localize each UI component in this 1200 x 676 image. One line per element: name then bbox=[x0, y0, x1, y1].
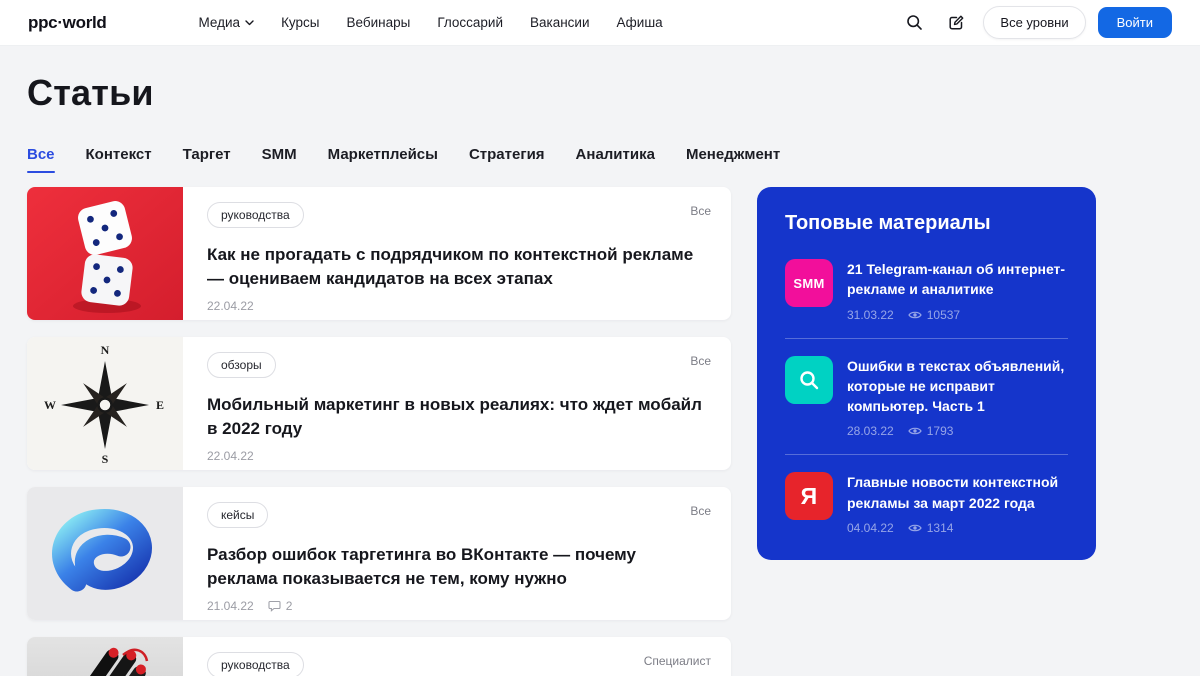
svg-text:N: N bbox=[101, 343, 110, 357]
search-icon bbox=[907, 15, 922, 30]
article-card[interactable]: руководства Специалист bbox=[27, 637, 731, 676]
chevron-down-icon bbox=[245, 19, 254, 25]
tab-target[interactable]: Таргет bbox=[183, 146, 231, 173]
category-tabs: Все Контекст Таргет SMM Маркетплейсы Стр… bbox=[27, 146, 1173, 173]
article-date: 21.04.22 bbox=[207, 599, 254, 614]
top-material-views: 1314 bbox=[908, 521, 954, 536]
article-thumbnail bbox=[27, 637, 183, 676]
article-card-body: обзоры Все Мобильный маркетинг в новых р… bbox=[183, 337, 731, 470]
magnifier-icon bbox=[800, 370, 819, 389]
views-count: 1314 bbox=[926, 521, 954, 536]
compass-image: N E S W bbox=[27, 337, 183, 470]
article-card-body: руководства Специалист bbox=[183, 637, 731, 676]
compose-button[interactable] bbox=[941, 8, 971, 38]
article-title[interactable]: Мобильный маркетинг в новых реалиях: что… bbox=[207, 393, 711, 441]
nav-item-webinars[interactable]: Вебинары bbox=[347, 15, 411, 30]
page: Статьи Все Контекст Таргет SMM Маркетпле… bbox=[0, 72, 1200, 676]
tab-analytics[interactable]: Аналитика bbox=[576, 146, 655, 173]
nav-item-glossary[interactable]: Глоссарий bbox=[437, 15, 503, 30]
top-material-views: 10537 bbox=[908, 308, 960, 322]
tab-smm[interactable]: SMM bbox=[262, 146, 297, 173]
article-title[interactable]: Разбор ошибок таргетинга во ВКонтакте — … bbox=[207, 543, 711, 591]
tab-management[interactable]: Менеджмент bbox=[686, 146, 780, 173]
article-card-body: руководства Все Как не прогадать с подря… bbox=[183, 187, 731, 320]
article-meta: 22.04.22 bbox=[207, 299, 711, 313]
top-material-title[interactable]: Главные новости контекстной рекламы за м… bbox=[847, 472, 1068, 513]
article-level: Все bbox=[690, 504, 711, 518]
top-material-title[interactable]: Ошибки в текстах объявлений, которые не … bbox=[847, 356, 1068, 417]
dynamite-image bbox=[27, 637, 183, 676]
dice-image bbox=[27, 187, 183, 320]
smm-badge-icon: SMM bbox=[785, 259, 833, 307]
article-meta: 21.04.22 2 bbox=[207, 599, 711, 613]
tab-all[interactable]: Все bbox=[27, 146, 55, 173]
top-material-meta: 31.03.22 10537 bbox=[847, 308, 1068, 322]
article-meta: 22.04.22 bbox=[207, 449, 711, 463]
article-level: Специалист bbox=[643, 654, 711, 668]
article-thumbnail bbox=[27, 487, 183, 620]
article-card[interactable]: руководства Все Как не прогадать с подря… bbox=[27, 187, 731, 320]
article-level: Все bbox=[690, 354, 711, 368]
article-comments: 2 bbox=[268, 599, 293, 614]
article-level: Все bbox=[690, 204, 711, 218]
header: ppc·world Медиа Курсы Вебинары Глоссарий… bbox=[0, 0, 1200, 46]
nav-item-courses[interactable]: Курсы bbox=[281, 15, 319, 30]
top-material-date: 28.03.22 bbox=[847, 424, 894, 439]
eye-icon bbox=[908, 524, 922, 532]
tab-context[interactable]: Контекст bbox=[86, 146, 152, 173]
article-tag[interactable]: руководства bbox=[207, 652, 304, 676]
top-materials-panel: Топовые материалы SMM 21 Telegram-канал … bbox=[757, 187, 1096, 561]
top-materials-title: Топовые материалы bbox=[785, 212, 991, 234]
top-material-meta: 28.03.22 1793 bbox=[847, 424, 1068, 438]
nav-item-afisha[interactable]: Афиша bbox=[617, 15, 663, 30]
eye-icon bbox=[908, 311, 922, 318]
article-tag[interactable]: кейсы bbox=[207, 502, 269, 528]
comment-icon bbox=[268, 601, 281, 613]
top-material-item[interactable]: Ошибки в текстах объявлений, которые не … bbox=[785, 337, 1068, 455]
logo[interactable]: ppc·world bbox=[28, 13, 107, 33]
eye-icon bbox=[908, 428, 922, 435]
article-card[interactable]: кейсы Все Разбор ошибок таргетинга во ВК… bbox=[27, 487, 731, 620]
top-material-date: 04.04.22 bbox=[847, 521, 894, 536]
svg-text:S: S bbox=[102, 452, 109, 466]
page-title: Статьи bbox=[27, 72, 154, 113]
ribbon-image bbox=[27, 487, 183, 620]
article-date: 22.04.22 bbox=[207, 449, 254, 464]
main-nav: Медиа Курсы Вебинары Глоссарий Вакансии … bbox=[199, 15, 663, 30]
top-material-meta: 04.04.22 1314 bbox=[847, 521, 1068, 535]
article-date: 22.04.22 bbox=[207, 299, 254, 314]
search-button[interactable] bbox=[899, 8, 929, 38]
views-count: 1793 bbox=[926, 424, 954, 439]
svg-text:E: E bbox=[156, 398, 164, 412]
top-material-title[interactable]: 21 Telegram-канал об интернет-рекламе и … bbox=[847, 259, 1068, 300]
article-title[interactable]: Как не прогадать с подрядчиком по контек… bbox=[207, 243, 711, 291]
content: руководства Все Как не прогадать с подря… bbox=[27, 187, 1173, 676]
top-material-date: 31.03.22 bbox=[847, 307, 894, 322]
compose-icon bbox=[949, 15, 964, 30]
views-count: 10537 bbox=[926, 307, 961, 322]
article-card[interactable]: N E S W обзоры Все Мобильный маркетинг в но… bbox=[27, 337, 731, 470]
nav-item-vacancies[interactable]: Вакансии bbox=[530, 15, 590, 30]
article-card-body: кейсы Все Разбор ошибок таргетинга во ВК… bbox=[183, 487, 731, 620]
magnifier-badge-icon bbox=[785, 355, 833, 404]
article-list: руководства Все Как не прогадать с подря… bbox=[27, 187, 731, 676]
tab-strategy[interactable]: Стратегия bbox=[469, 146, 545, 173]
article-tag[interactable]: обзоры bbox=[207, 352, 276, 378]
top-material-item[interactable]: Я Главные новости контекстной рекламы за… bbox=[785, 454, 1068, 551]
header-actions: Все уровни Войти bbox=[899, 6, 1172, 39]
article-thumbnail: N E S W bbox=[27, 337, 183, 470]
login-button[interactable]: Войти bbox=[1097, 7, 1172, 38]
yandex-badge-icon: Я bbox=[785, 472, 833, 521]
article-thumbnail bbox=[27, 187, 183, 320]
article-comments-count: 2 bbox=[285, 599, 293, 614]
top-material-item[interactable]: SMM 21 Telegram-канал об интернет-реклам… bbox=[785, 242, 1068, 338]
tab-marketplaces[interactable]: Маркетплейсы bbox=[328, 146, 438, 173]
svg-text:W: W bbox=[44, 398, 56, 412]
top-material-views: 1793 bbox=[908, 424, 954, 439]
levels-filter-button[interactable]: Все уровни bbox=[983, 6, 1086, 39]
nav-item-media[interactable]: Медиа bbox=[199, 15, 255, 30]
article-tag[interactable]: руководства bbox=[207, 202, 304, 228]
